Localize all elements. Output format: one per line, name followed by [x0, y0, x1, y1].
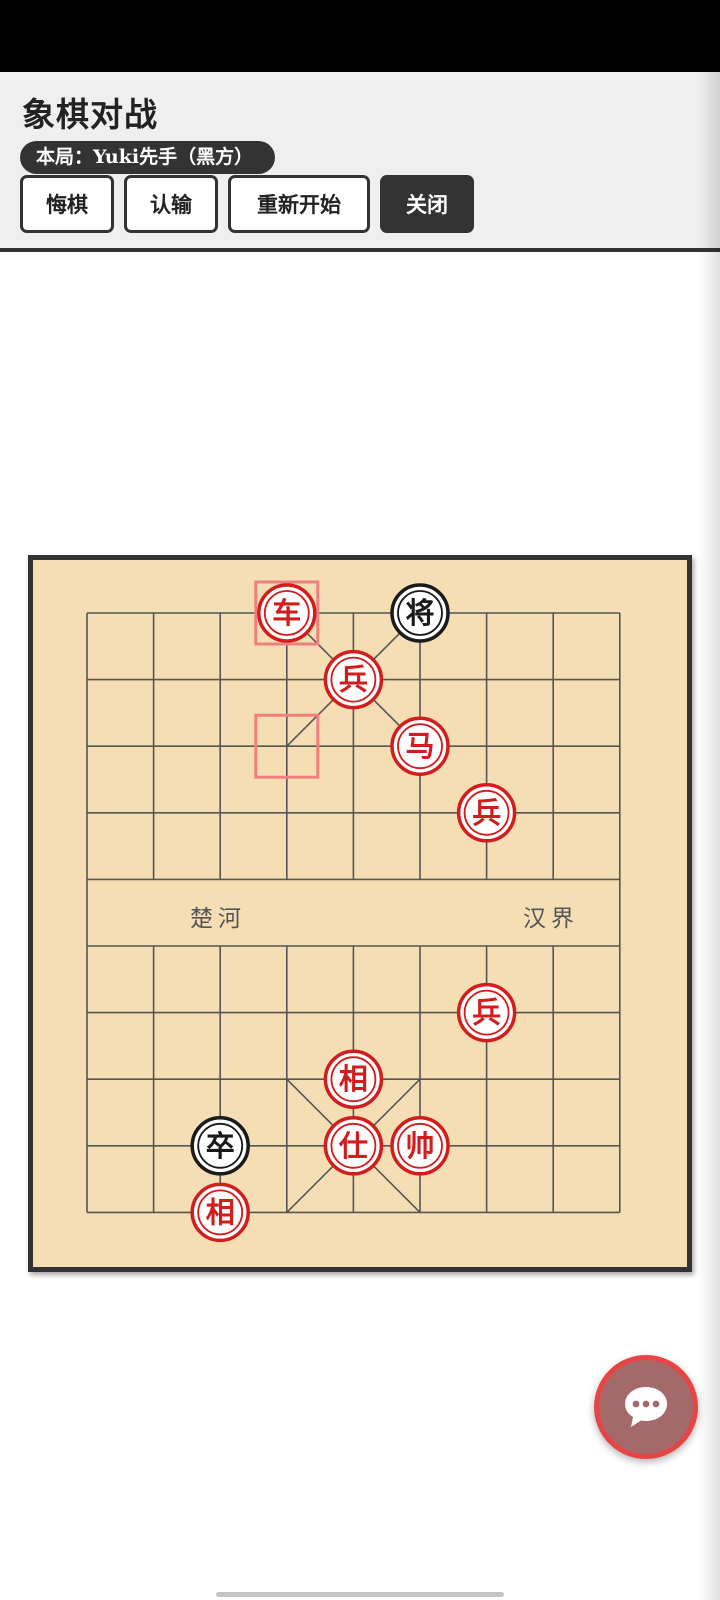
chat-button[interactable] — [594, 1355, 698, 1459]
black-piece[interactable]: 卒 — [190, 1116, 250, 1176]
piece-label: 将 — [405, 596, 434, 630]
piece-label: 车 — [272, 596, 301, 630]
black-piece[interactable]: 将 — [390, 583, 450, 643]
undo-button[interactable]: 悔棋 — [20, 175, 114, 233]
piece-label: 仕 — [338, 1129, 368, 1163]
game-header: 象棋对战 本局：Yuki先手（黑方） 悔棋 认输 重新开始 关闭 — [0, 72, 720, 252]
red-piece[interactable]: 相 — [190, 1182, 250, 1243]
restart-button[interactable]: 重新开始 — [228, 175, 370, 233]
piece-label: 相 — [206, 1195, 235, 1229]
board-grid[interactable]: 楚河 汉界 车将兵马兵兵相卒仕帅相 — [33, 560, 687, 1267]
game-info-badge: 本局：Yuki先手（黑方） — [20, 141, 276, 174]
scroll-edge-shadow — [698, 72, 720, 1600]
red-piece[interactable]: 兵 — [456, 783, 517, 843]
piece-label: 卒 — [206, 1129, 235, 1163]
piece-label: 帅 — [405, 1129, 434, 1163]
home-indicator — [216, 1592, 504, 1597]
red-piece[interactable]: 帅 — [390, 1116, 450, 1176]
chess-board: 楚河 汉界 车将兵马兵兵相卒仕帅相 — [28, 555, 692, 1272]
resign-button[interactable]: 认输 — [124, 175, 218, 233]
piece-label: 兵 — [339, 663, 368, 697]
piece-label: 兵 — [472, 996, 501, 1030]
red-piece[interactable]: 相 — [323, 1049, 384, 1109]
red-piece[interactable]: 仕 — [323, 1116, 384, 1176]
red-piece[interactable]: 车 — [257, 583, 317, 643]
red-piece[interactable]: 马 — [390, 716, 450, 776]
chat-bubble-icon — [625, 1387, 667, 1427]
piece-label: 兵 — [472, 796, 501, 830]
piece-label: 马 — [405, 729, 434, 763]
red-piece[interactable]: 兵 — [456, 982, 517, 1043]
page-title: 象棋对战 — [22, 95, 158, 134]
status-bar — [0, 0, 720, 72]
piece-label: 相 — [339, 1062, 368, 1096]
close-button[interactable]: 关闭 — [380, 175, 474, 233]
toolbar: 悔棋 认输 重新开始 关闭 — [20, 175, 474, 233]
river-label-right: 汉界 — [523, 906, 579, 932]
river-label-left: 楚河 — [190, 906, 246, 932]
red-piece[interactable]: 兵 — [323, 649, 384, 710]
